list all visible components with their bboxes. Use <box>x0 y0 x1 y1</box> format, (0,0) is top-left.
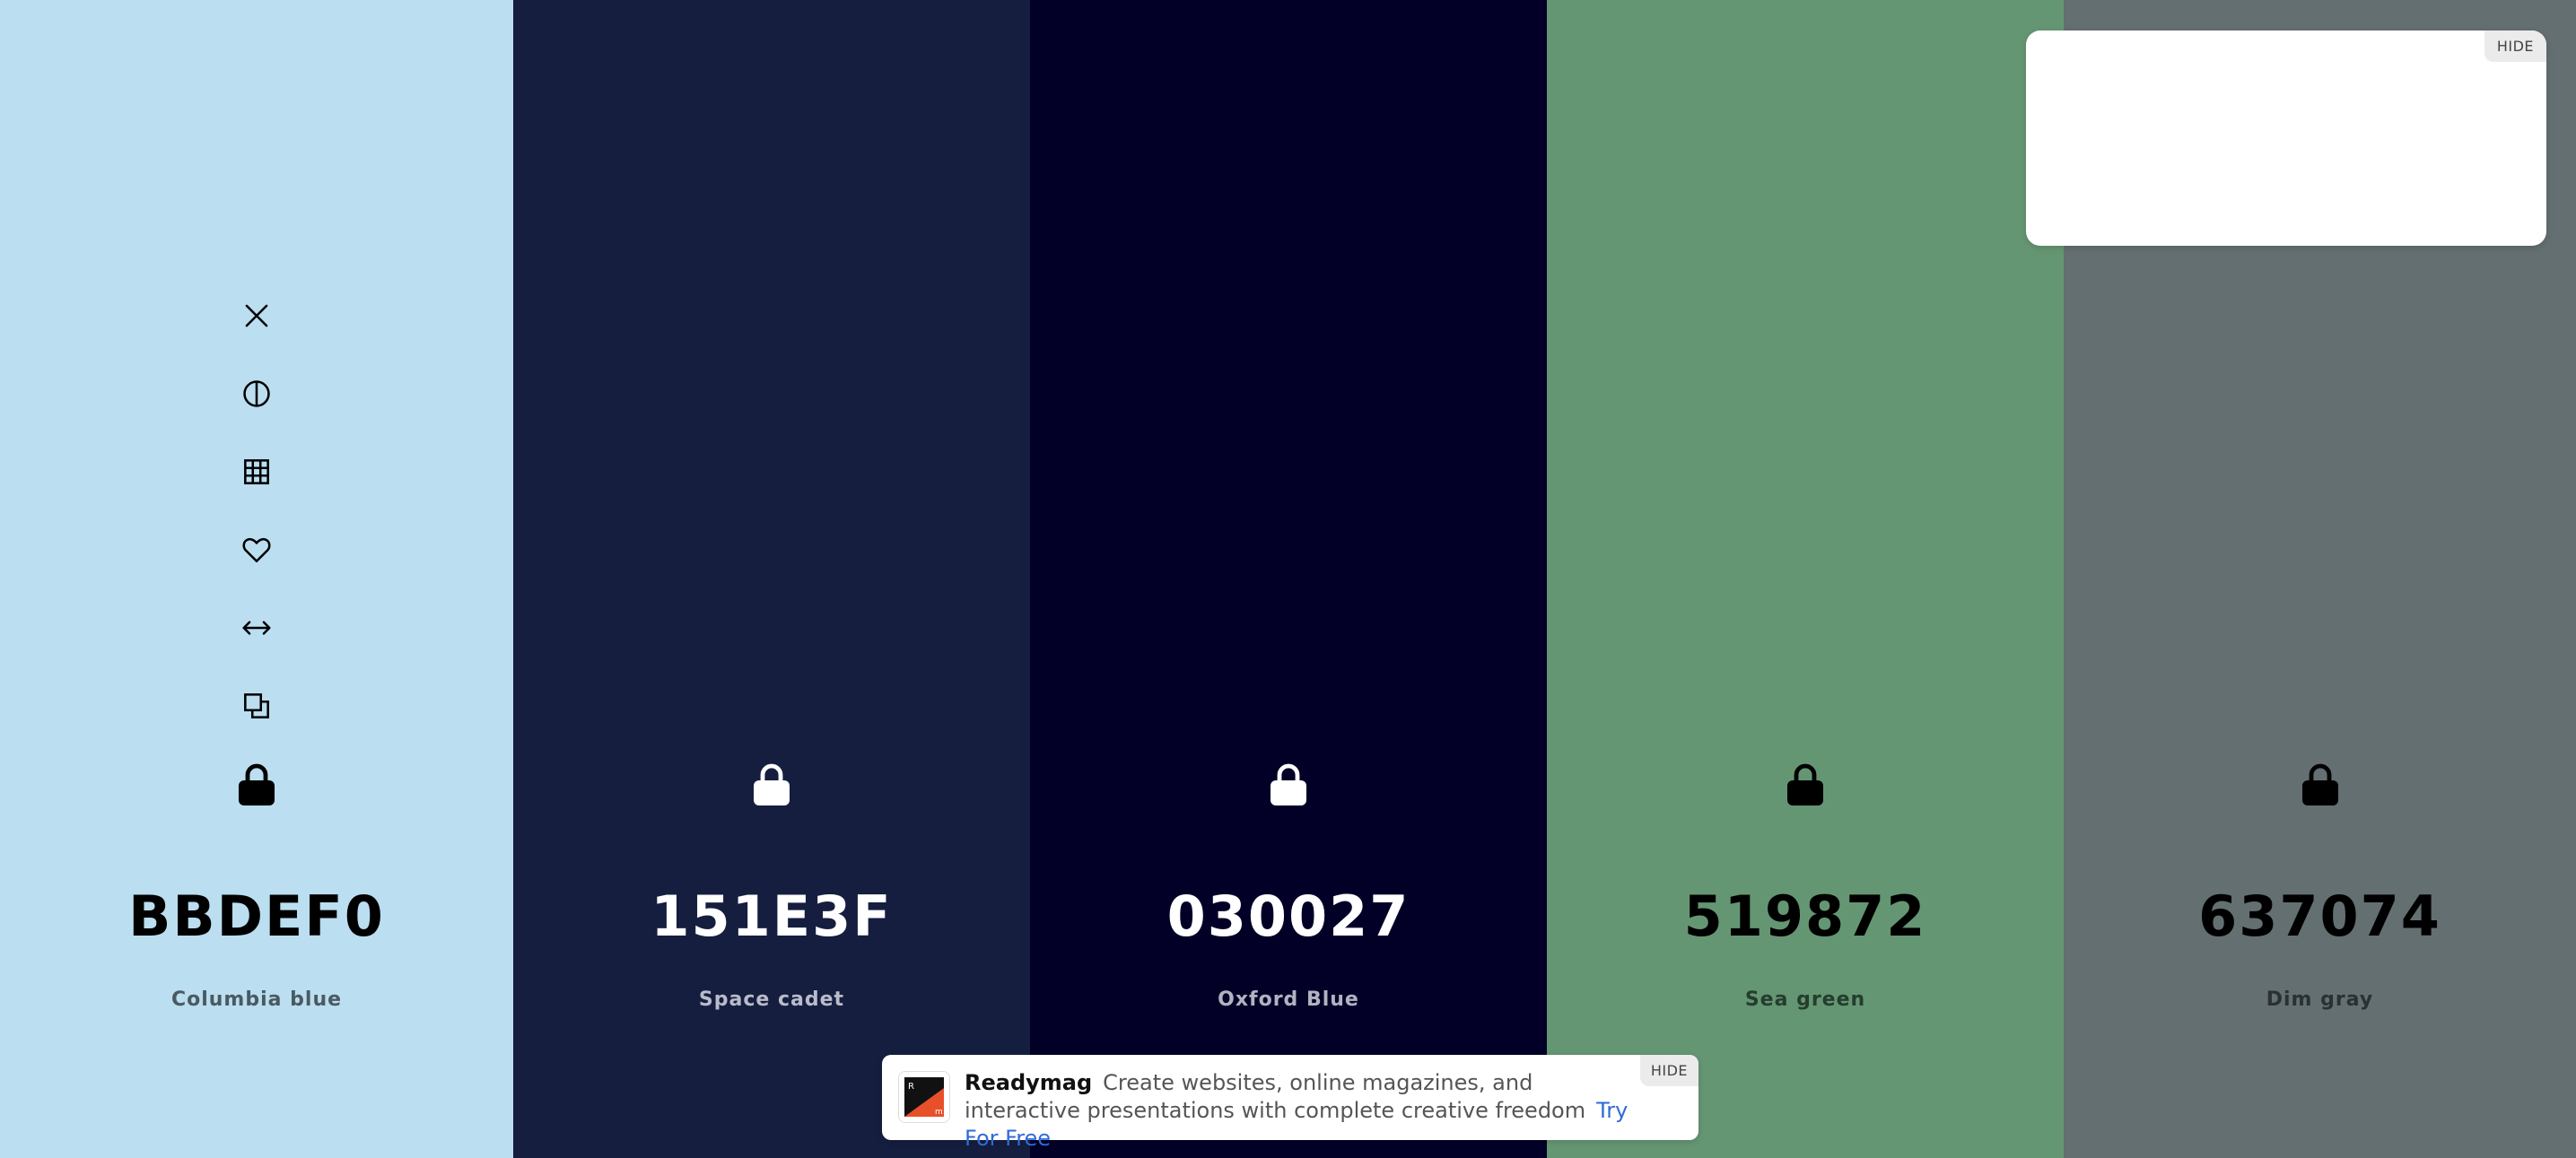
lock-icon[interactable] <box>2301 762 2340 807</box>
color-swatch-1[interactable]: BBDEF0 Columbia blue <box>0 0 513 1158</box>
color-swatch-4[interactable]: 519872 Sea green <box>1547 0 2064 1158</box>
svg-text:R: R <box>908 1082 914 1092</box>
color-name[interactable]: Space cadet <box>513 988 1030 1011</box>
color-name[interactable]: Columbia blue <box>0 988 513 1011</box>
svg-text:m: m <box>935 1108 943 1117</box>
ad-text: Readymag Create websites, online magazine… <box>965 1069 1629 1153</box>
color-name[interactable]: Dim gray <box>2064 988 2576 1011</box>
lock-icon[interactable] <box>752 762 791 807</box>
readymag-logo: R m <box>898 1071 950 1123</box>
color-swatch-3[interactable]: 030027 Oxford Blue <box>1030 0 1547 1158</box>
hex-code[interactable]: BBDEF0 <box>0 884 513 949</box>
ad-banner-bottom[interactable]: R m Readymag Create websites, online maga… <box>882 1055 1698 1151</box>
hex-code[interactable]: 030027 <box>1030 884 1547 949</box>
color-swatch-2[interactable]: 151E3F Space cadet <box>513 0 1030 1158</box>
lock-icon[interactable] <box>1269 762 1308 807</box>
hide-ad-button[interactable]: HIDE <box>1639 1055 1698 1086</box>
color-name[interactable]: Oxford Blue <box>1030 988 1547 1011</box>
ad-brand: Readymag <box>965 1070 1093 1095</box>
grid-icon[interactable] <box>237 452 276 492</box>
contrast-icon[interactable] <box>237 374 276 414</box>
copy-icon[interactable] <box>237 686 276 726</box>
hex-code[interactable]: 637074 <box>2064 884 2576 949</box>
arrows-horizontal-icon[interactable] <box>237 608 276 648</box>
hex-code[interactable]: 151E3F <box>513 884 1030 949</box>
lock-icon[interactable] <box>1786 762 1825 807</box>
close-icon[interactable] <box>237 296 276 335</box>
color-name[interactable]: Sea green <box>1547 988 2064 1011</box>
hide-ad-button[interactable]: HIDE <box>2484 30 2546 62</box>
swatch-toolbar <box>237 296 276 764</box>
lock-icon[interactable] <box>237 762 276 807</box>
heart-icon[interactable] <box>237 530 276 570</box>
hex-code[interactable]: 519872 <box>1547 884 2064 949</box>
ad-panel-top: HIDE <box>2026 30 2546 246</box>
